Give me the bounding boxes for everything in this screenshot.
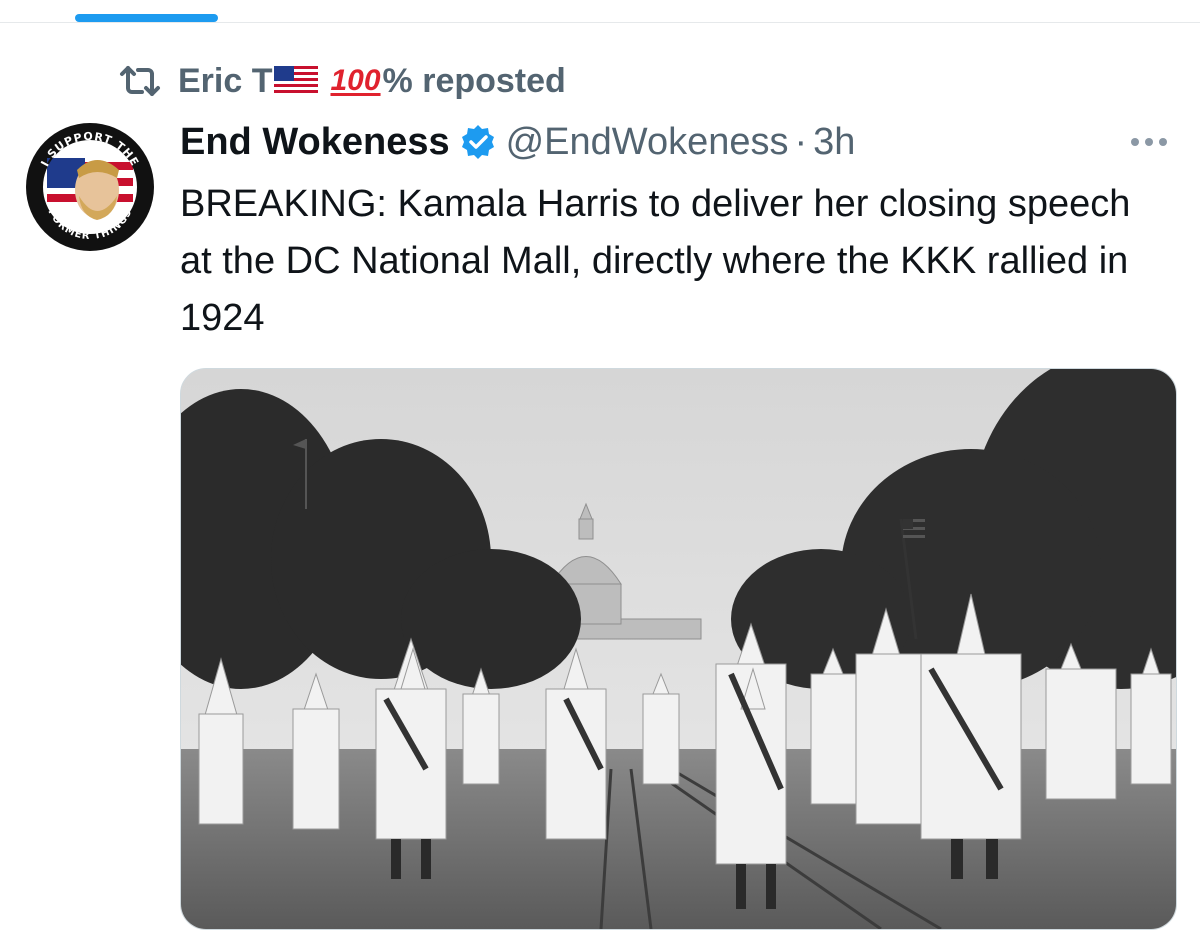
verified-badge-icon bbox=[461, 125, 494, 159]
active-tab-indicator bbox=[75, 14, 218, 22]
avatar-image: I SUPPORT THE FORMER THINGS bbox=[26, 123, 154, 251]
tweet-timestamp[interactable]: 3h bbox=[813, 121, 855, 164]
author-avatar[interactable]: I SUPPORT THE FORMER THINGS bbox=[25, 122, 155, 252]
meta-separator: · bbox=[794, 120, 808, 163]
us-flag-icon bbox=[274, 66, 319, 96]
repost-suffix: % reposted bbox=[382, 61, 566, 100]
header-divider bbox=[0, 22, 1200, 23]
repost-attribution[interactable]: Eric T 100 % reposted bbox=[118, 58, 566, 104]
tweet-text: BREAKING: Kamala Harris to deliver her c… bbox=[180, 183, 1131, 339]
tweet-header: End Wokeness @EndWokeness · 3h bbox=[180, 114, 855, 170]
parade-photo bbox=[181, 369, 1176, 929]
repost-icon bbox=[120, 66, 160, 96]
tweet-media-image[interactable] bbox=[180, 368, 1177, 930]
hundred-points-emoji: 100 bbox=[330, 64, 381, 97]
more-options-icon[interactable] bbox=[1125, 130, 1173, 154]
author-handle[interactable]: @EndWokeness bbox=[506, 121, 789, 164]
reposter-name[interactable]: Eric T bbox=[178, 62, 272, 101]
author-name[interactable]: End Wokeness bbox=[180, 121, 450, 164]
